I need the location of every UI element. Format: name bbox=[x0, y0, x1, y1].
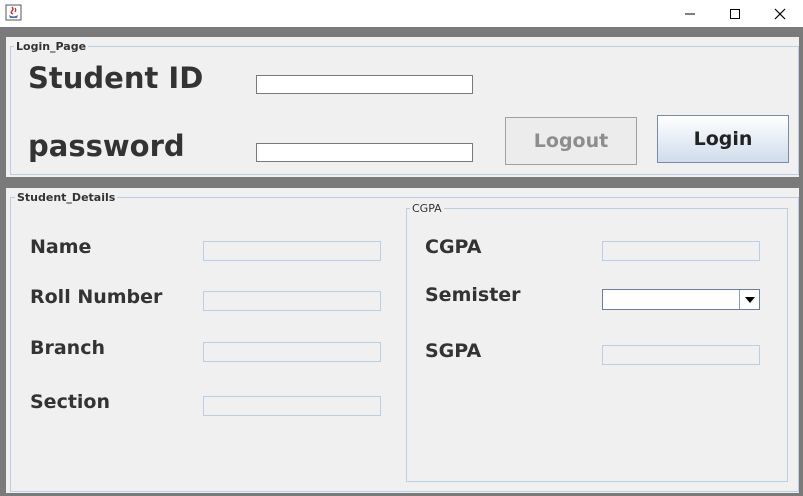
chevron-down-icon bbox=[744, 296, 755, 303]
frame-divider-top bbox=[0, 27, 803, 37]
sgpa-label: SGPA bbox=[425, 340, 482, 362]
branch-field bbox=[203, 342, 381, 362]
title-bar bbox=[0, 0, 803, 27]
maximize-icon bbox=[730, 8, 740, 19]
roll-number-field bbox=[203, 291, 381, 311]
login-group-title: Login_Page bbox=[14, 40, 89, 53]
password-input[interactable] bbox=[256, 143, 473, 162]
name-label: Name bbox=[30, 236, 92, 258]
frame-divider-middle bbox=[0, 177, 803, 188]
student-id-input[interactable] bbox=[256, 75, 473, 94]
cgpa-field bbox=[602, 241, 760, 261]
name-field bbox=[203, 241, 381, 261]
cgpa-label: CGPA bbox=[425, 236, 482, 258]
frame-right bbox=[799, 37, 803, 493]
roll-number-label: Roll Number bbox=[30, 286, 163, 308]
close-icon bbox=[774, 8, 786, 19]
branch-label: Branch bbox=[30, 337, 105, 359]
login-button[interactable]: Login bbox=[657, 115, 789, 163]
logout-button[interactable]: Logout bbox=[505, 117, 637, 165]
student-details-group-title: Student_Details bbox=[15, 191, 118, 204]
student-id-label: Student ID bbox=[28, 61, 204, 95]
cgpa-group-title: CGPA bbox=[410, 202, 444, 215]
close-button[interactable] bbox=[757, 0, 803, 27]
semester-label: Semister bbox=[425, 284, 521, 306]
minimize-button[interactable] bbox=[667, 0, 713, 27]
semester-dropdown-arrow[interactable] bbox=[739, 290, 759, 309]
java-cup-icon bbox=[5, 4, 22, 21]
sgpa-field bbox=[602, 345, 760, 365]
section-field bbox=[203, 396, 381, 416]
maximize-button[interactable] bbox=[712, 0, 758, 27]
password-label: password bbox=[28, 129, 185, 163]
semester-dropdown[interactable] bbox=[602, 289, 760, 310]
minimize-icon bbox=[685, 13, 695, 14]
section-label: Section bbox=[30, 391, 111, 413]
